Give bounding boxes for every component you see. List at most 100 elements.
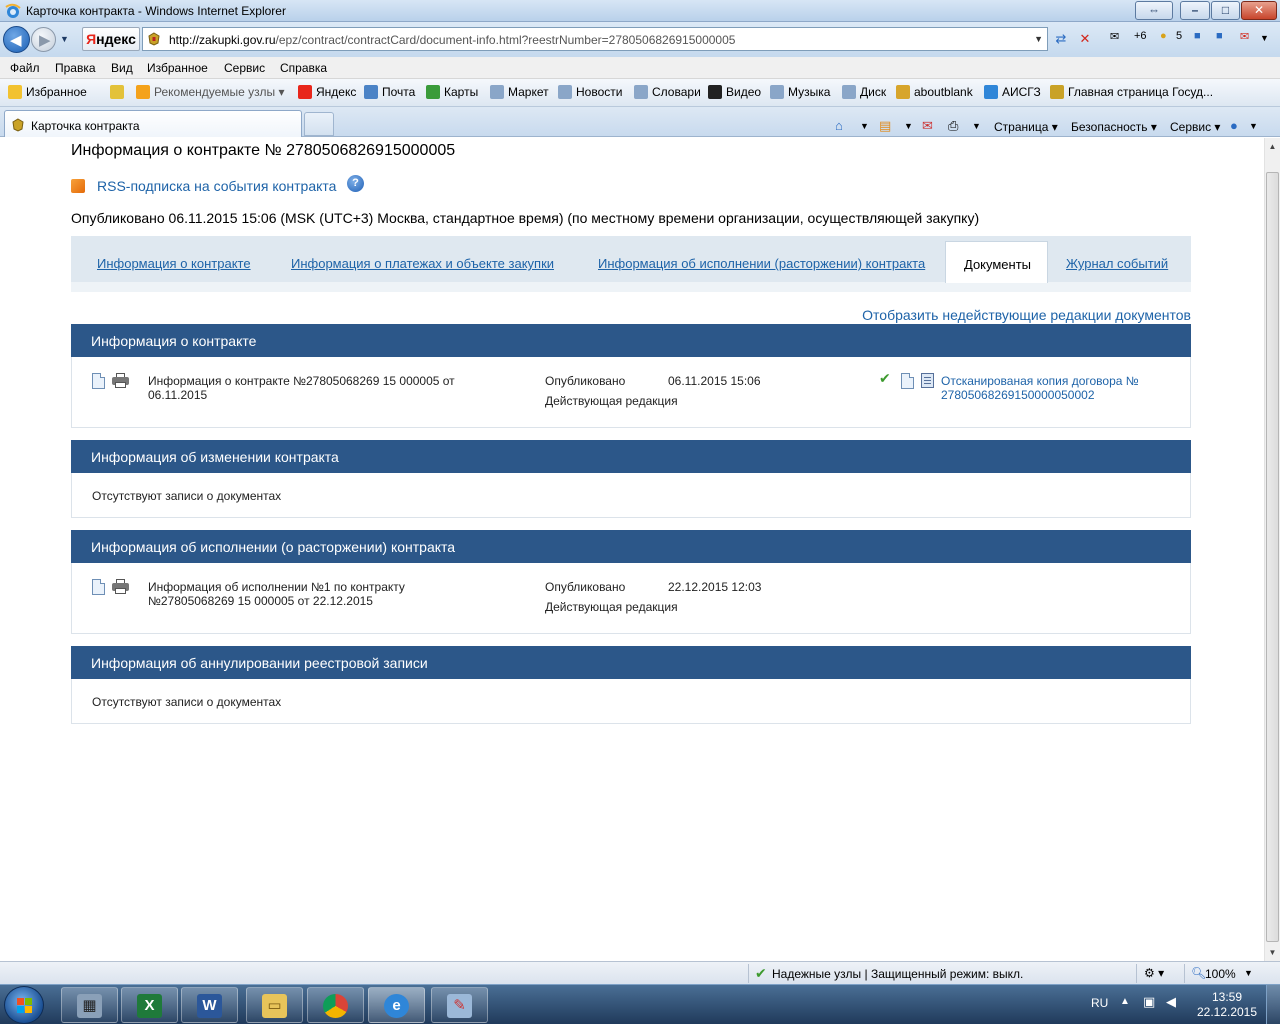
stop-icon[interactable]: ✕	[1076, 30, 1094, 48]
url-dropdown-icon[interactable]: ▼	[1034, 34, 1043, 44]
refresh-icon[interactable]: ⇄	[1052, 30, 1070, 48]
print-icon[interactable]	[112, 373, 129, 388]
signature-icon[interactable]	[921, 373, 934, 388]
rss-icon[interactable]	[71, 179, 85, 193]
vertical-scrollbar[interactable]: ▲ ▼	[1264, 138, 1280, 961]
new-tab-button[interactable]	[304, 112, 334, 136]
menu-tools[interactable]: Сервис	[224, 61, 265, 75]
history-dropdown-icon[interactable]: ▼	[60, 34, 69, 44]
fav-market[interactable]: Маркет	[490, 85, 549, 99]
fav-news[interactable]: Новости	[558, 85, 622, 99]
show-desktop-button[interactable]	[1266, 985, 1280, 1024]
add-favorite-icon[interactable]	[110, 85, 128, 99]
yandex-button[interactable]: Яндекс	[82, 27, 140, 51]
fav-label: Новости	[576, 85, 623, 99]
rss-subscription-link[interactable]: RSS-подписка на события контракта	[97, 178, 336, 194]
menu-file[interactable]: Файл	[10, 61, 40, 75]
taskbar-paint[interactable]: ✎	[431, 987, 488, 1023]
forward-button[interactable]: ▶	[31, 27, 56, 52]
home-icon[interactable]: ⌂	[835, 118, 843, 133]
recommended-sites[interactable]: Рекомендуемые узлы ▾	[136, 85, 285, 99]
tools-menu[interactable]: Сервис ▾	[1170, 120, 1220, 134]
help-icon[interactable]: ●	[1230, 118, 1238, 133]
fav-video[interactable]: Видео	[708, 85, 761, 99]
taskbar-word[interactable]: W	[181, 987, 238, 1023]
feeds-icon[interactable]: ▤	[879, 118, 891, 134]
feeds-dropdown-icon[interactable]: ▼	[904, 121, 913, 131]
favorites-button[interactable]: Избранное	[8, 85, 87, 99]
url-path: /epz/contract/contractCard/document-info…	[275, 33, 736, 47]
fav-dictionaries[interactable]: Словари	[634, 85, 701, 99]
address-input[interactable]: http://zakupki.gov.ru/epz/contract/contr…	[142, 27, 1048, 51]
print-dropdown-icon[interactable]: ▼	[972, 121, 981, 131]
taskbar-ie-active[interactable]: e	[368, 987, 425, 1023]
gmail-icon[interactable]: ✉	[1240, 30, 1249, 43]
fav-maps[interactable]: Карты	[426, 85, 478, 99]
read-mail-icon[interactable]: ✉	[922, 118, 933, 134]
tab-payments[interactable]: Информация о платежах и объекте закупки	[291, 256, 554, 271]
help-dropdown-icon[interactable]: ▼	[1249, 121, 1258, 131]
menu-view[interactable]: Вид	[111, 61, 133, 75]
tab-event-log[interactable]: Журнал событий	[1066, 256, 1168, 271]
volume-icon[interactable]: ◀	[1166, 994, 1176, 1010]
addon-icon[interactable]: ■	[1194, 30, 1201, 42]
restore-tabs-button[interactable]: ⇔	[1135, 1, 1173, 20]
start-button[interactable]	[4, 986, 44, 1024]
document-icon[interactable]	[92, 373, 105, 389]
tab-execution[interactable]: Информация об исполнении (расторжении) к…	[598, 256, 925, 271]
print-icon[interactable]: ⎙	[948, 118, 958, 134]
input-language[interactable]: RU	[1091, 996, 1108, 1010]
show-inactive-editions-link[interactable]: Отобразить недействующие редакции докуме…	[862, 307, 1191, 323]
security-zone-text[interactable]: Надежные узлы | Защищенный режим: выкл.	[772, 967, 1023, 981]
menu-favorites[interactable]: Избранное	[147, 61, 208, 75]
fav-mail[interactable]: Почта	[364, 85, 415, 99]
section-heading: Информация об аннулировании реестровой з…	[91, 655, 428, 671]
scroll-thumb[interactable]	[1266, 172, 1279, 942]
taskbar-excel[interactable]: X	[121, 987, 178, 1023]
fav-aboutblank[interactable]: aboutblank	[896, 85, 973, 99]
zoom-dropdown-icon[interactable]: ▼	[1244, 968, 1253, 978]
notification-count: 5	[1176, 30, 1183, 42]
minimize-button[interactable]: –	[1180, 1, 1210, 20]
back-button[interactable]: ◀	[3, 26, 30, 53]
scroll-up-icon[interactable]: ▲	[1265, 138, 1280, 155]
ie-icon: e	[384, 994, 409, 1018]
taskbar-explorer[interactable]: ▭	[246, 987, 303, 1023]
attachment-document-icon[interactable]	[901, 373, 914, 389]
tab-contract-info[interactable]: Информация о контракте	[97, 256, 251, 271]
fav-yandex[interactable]: Яндекс	[298, 85, 356, 99]
notification-icon[interactable]: ●	[1160, 30, 1167, 42]
close-window-button[interactable]: ✕	[1241, 1, 1277, 20]
fav-gov-home[interactable]: Главная страница Госуд...	[1050, 85, 1213, 99]
empty-records-text: Отсутствуют записи о документах	[92, 489, 282, 503]
home-dropdown-icon[interactable]: ▼	[860, 121, 869, 131]
word-icon: W	[197, 994, 222, 1018]
menu-edit[interactable]: Правка	[55, 61, 96, 75]
maximize-button[interactable]: □	[1211, 1, 1240, 20]
fav-disk[interactable]: Диск	[842, 85, 886, 99]
network-icon[interactable]: ▣	[1143, 994, 1155, 1010]
tab-documents[interactable]: Документы	[945, 241, 1048, 283]
mail-icon[interactable]: ✉	[1110, 30, 1119, 43]
tab-contract-card[interactable]: Карточка контракта	[4, 110, 302, 137]
scroll-down-icon[interactable]: ▼	[1265, 944, 1280, 961]
zoom-icon[interactable]: 🔍︎	[1191, 966, 1206, 980]
section-annulment-body: Отсутствуют записи о документах	[71, 679, 1191, 724]
addon-icon-2[interactable]: ■	[1216, 30, 1223, 42]
taskbar-chrome[interactable]	[307, 987, 364, 1023]
scanned-copy-link[interactable]: Отсканированая копия договора № 278050682…	[941, 374, 1139, 402]
protected-mode-icon[interactable]: ⚙ ▾	[1144, 966, 1164, 980]
document-icon[interactable]	[92, 579, 105, 595]
fav-music[interactable]: Музыка	[770, 85, 830, 99]
print-icon[interactable]	[112, 579, 129, 594]
taskbar-calculator[interactable]: ▦	[61, 987, 118, 1023]
clock[interactable]: 13:59 22.12.2015	[1196, 990, 1258, 1020]
menu-help[interactable]: Справка	[280, 61, 327, 75]
safety-menu[interactable]: Безопасность ▾	[1071, 120, 1157, 134]
gmail-dropdown-icon[interactable]: ▼	[1260, 33, 1269, 43]
help-question-icon[interactable]: ?	[347, 175, 364, 192]
zoom-level[interactable]: 100%	[1205, 967, 1236, 981]
fav-aisgz[interactable]: АИСГЗ	[984, 85, 1041, 99]
tray-expand-icon[interactable]: ▲	[1120, 996, 1130, 1007]
page-menu[interactable]: Страница ▾	[994, 120, 1058, 134]
